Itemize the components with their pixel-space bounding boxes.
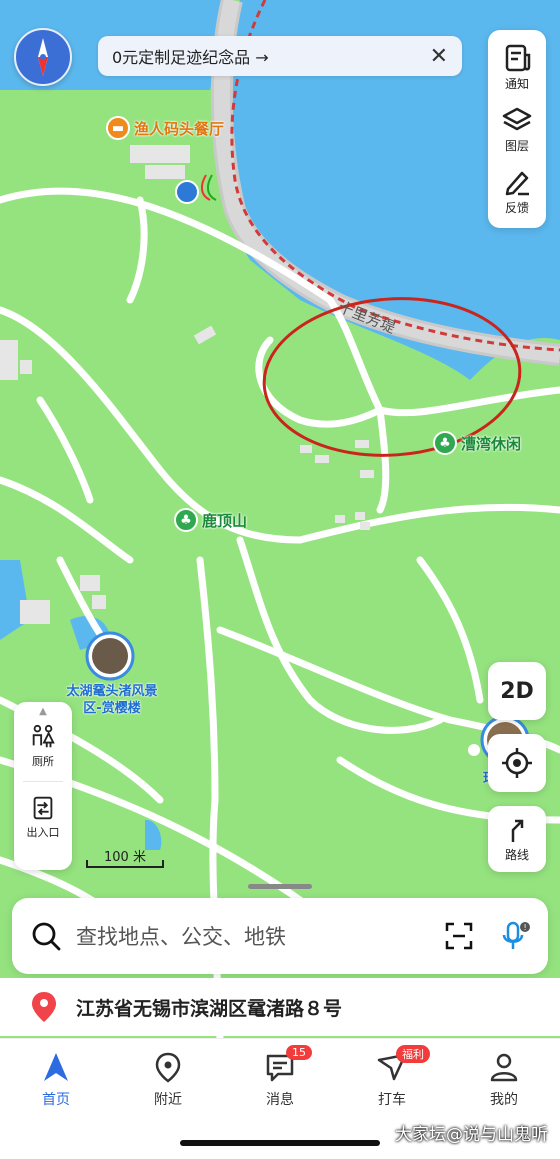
notice-button[interactable]: 通知	[502, 43, 532, 92]
facility-panel: ▲ 厕所 出入口	[14, 702, 72, 870]
messages-badge: 15	[286, 1045, 312, 1060]
notice-label: 通知	[504, 76, 529, 91]
tab-profile-label: 我的	[490, 1092, 518, 1108]
layers-label: 图层	[504, 138, 529, 153]
entrance-icon	[33, 796, 53, 820]
taxi-badge: 福利	[396, 1045, 430, 1063]
route-button[interactable]: 路线	[488, 806, 546, 872]
toilet-button[interactable]: 厕所	[29, 723, 57, 769]
microphone-icon[interactable]: !	[500, 920, 530, 952]
feedback-button[interactable]: 反馈	[502, 167, 532, 216]
divider	[23, 781, 63, 782]
person-icon	[490, 1053, 518, 1082]
location-pin-icon	[32, 992, 56, 1022]
scan-icon[interactable]	[444, 921, 474, 951]
tab-home-label: 首页	[42, 1092, 70, 1108]
poi-scenic-label: 太湖鼋头渚风景区-赏樱楼	[66, 684, 158, 716]
route-icon	[511, 819, 524, 842]
poi-restaurant[interactable]: ▬ 渔人码头餐厅	[106, 116, 224, 140]
restaurant-icon: ▬	[106, 116, 130, 140]
feedback-label: 反馈	[504, 200, 529, 215]
entrance-label: 出入口	[26, 826, 60, 839]
compass-button[interactable]	[14, 28, 72, 86]
tab-nearby-label: 附近	[154, 1092, 182, 1108]
view-mode-label: 2D	[500, 678, 534, 704]
pencil-icon	[505, 171, 529, 195]
crosshair-icon	[502, 748, 532, 778]
tab-messages-label: 消息	[266, 1092, 294, 1108]
notice-icon	[505, 44, 531, 71]
view-mode-button[interactable]: 2D	[488, 662, 546, 720]
tab-taxi-label: 打车	[378, 1092, 406, 1108]
home-indicator[interactable]	[180, 1140, 380, 1146]
promo-banner[interactable]: 0元定制足迹纪念品 → ✕	[98, 36, 462, 76]
address-text: 江苏省无锡市滨湖区鼋渚路８号	[76, 997, 343, 1020]
scale-line	[86, 860, 164, 868]
poi-scenic[interactable]: 太湖鼋头渚风景区-赏樱楼	[64, 683, 160, 717]
scale-bar: 100 米	[86, 846, 164, 868]
poi-bay[interactable]: ♣ 漕湾休闲	[433, 431, 521, 455]
poi-mountain[interactable]: ♣ 鹿顶山	[174, 508, 247, 532]
poi-bay-label: 漕湾休闲	[461, 434, 522, 453]
search-icon	[32, 922, 61, 951]
layers-button[interactable]: 图层	[502, 105, 532, 154]
watermark: 大家坛@说与山鬼听	[395, 1125, 548, 1145]
compass-icon	[38, 38, 48, 76]
route-label: 路线	[504, 847, 529, 862]
close-icon[interactable]: ✕	[430, 44, 448, 69]
locate-button[interactable]	[488, 734, 546, 792]
layers-icon	[502, 107, 532, 130]
map-tools-panel: 通知 图层 反馈	[488, 30, 546, 228]
tab-home[interactable]: 首页	[0, 1039, 112, 1159]
drag-handle[interactable]	[248, 884, 312, 889]
poi-mountain-label: 鹿顶山	[202, 511, 248, 530]
tree-icon: ♣	[174, 508, 198, 532]
location-pin-icon	[155, 1052, 181, 1083]
toilet-icon	[32, 724, 55, 748]
collapse-icon[interactable]: ▲	[39, 706, 47, 717]
promo-text: 0元定制足迹纪念品 →	[112, 48, 269, 67]
tree-icon: ♣	[433, 431, 457, 455]
entrance-button[interactable]: 出入口	[27, 794, 60, 840]
navigation-arrow-icon	[44, 1053, 68, 1081]
toilet-label: 厕所	[32, 755, 54, 768]
poi-restaurant-label: 渔人码头餐厅	[134, 119, 225, 138]
current-address[interactable]: 江苏省无锡市滨湖区鼋渚路８号	[0, 978, 560, 1036]
search-input[interactable]: 查找地点、公交、地铁	[76, 921, 286, 951]
svg-text:!: !	[524, 923, 527, 932]
search-bar[interactable]: 查找地点、公交、地铁 !	[12, 898, 548, 974]
